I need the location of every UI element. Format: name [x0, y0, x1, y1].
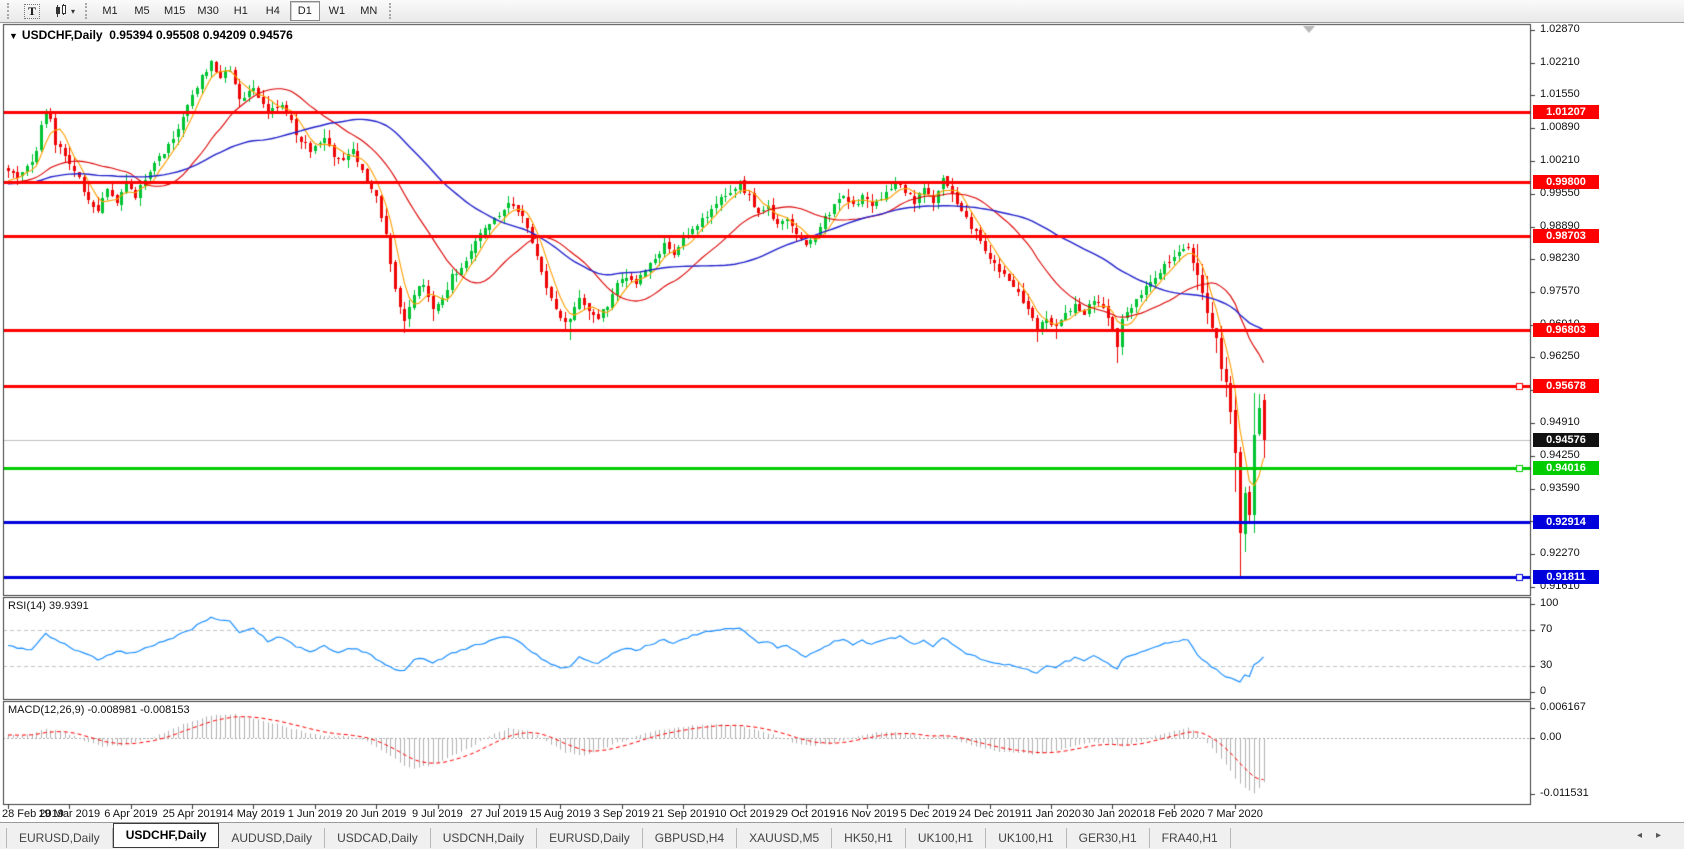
price-axis-tick-label: 1.01550	[1540, 88, 1580, 100]
price-level-label[interactable]: 0.95678	[1533, 379, 1599, 393]
chart-tab-audusd-daily[interactable]: AUDUSD,Daily	[219, 828, 325, 848]
price-axis-tick-label: 0.93590	[1540, 482, 1580, 494]
rsi-axis-tick-label: 0	[1540, 685, 1546, 697]
macd-values: -0.008981 -0.008153	[87, 704, 189, 716]
chart-tab-gbpusd-h4[interactable]: GBPUSD,H4	[643, 828, 737, 848]
macd-axis-tick-label: 0.00	[1540, 731, 1561, 743]
chart-collapse-icon[interactable]: ▼	[9, 31, 18, 41]
toolbar-grip	[85, 3, 90, 19]
date-axis-label: 16 Nov 2019	[836, 808, 898, 820]
date-axis-label: 7 Mar 2020	[1207, 808, 1263, 820]
date-axis-label: 1 Jun 2019	[288, 808, 342, 820]
timeframe-button-m30[interactable]: M30	[192, 1, 223, 21]
timeframe-button-w1[interactable]: W1	[322, 1, 352, 21]
date-axis-label: 21 Sep 2019	[652, 808, 714, 820]
toolbar-grip	[7, 3, 12, 19]
mt4-window: T ▾ M1M5M15M30H1H4D1W1MN ▼ USDCHF,Daily 0…	[0, 0, 1684, 849]
price-axis-tick-label: 0.97570	[1540, 285, 1580, 297]
macd-title: MACD(12,26,9)	[8, 704, 84, 716]
timeframe-button-h1[interactable]: H1	[226, 1, 256, 21]
rsi-axis-tick-label: 100	[1540, 597, 1558, 609]
date-axis-label: 19 Mar 2019	[38, 808, 100, 820]
date-axis-label: 20 Jun 2019	[346, 808, 407, 820]
price-axis-tick-label: 1.00210	[1540, 154, 1580, 166]
chart-tab-uk100-h1[interactable]: UK100,H1	[906, 828, 986, 848]
price-level-label[interactable]: 1.01207	[1533, 105, 1599, 119]
price-axis-tick-label: 1.02210	[1540, 56, 1580, 68]
macd-axis-tick-label: 0.006167	[1540, 701, 1586, 713]
chart-ohlc-values: 0.95394 0.95508 0.94209 0.94576	[109, 28, 293, 42]
chart-symbol-period: USDCHF,Daily	[22, 28, 103, 42]
candlestick-chart-icon	[54, 4, 68, 18]
timeframe-button-h4[interactable]: H4	[258, 1, 288, 21]
date-axis-label: 6 Apr 2019	[104, 808, 157, 820]
date-axis-label: 18 Feb 2020	[1143, 808, 1205, 820]
toolbar: T ▾ M1M5M15M30H1H4D1W1MN	[0, 0, 1684, 23]
chart-tab-ger30-h1[interactable]: GER30,H1	[1067, 828, 1150, 848]
price-axis-tick-label: 0.92270	[1540, 547, 1580, 559]
current-price-label: 0.94576	[1533, 433, 1599, 447]
price-level-label[interactable]: 0.98703	[1533, 229, 1599, 243]
rsi-pane-splitter[interactable]	[0, 594, 1531, 598]
text-tool-icon: T	[24, 4, 40, 19]
date-axis-label: 11 Jan 2020	[1021, 808, 1081, 820]
chart-tab-usdcad-daily[interactable]: USDCAD,Daily	[325, 828, 431, 848]
price-axis-tick-label: 0.96250	[1540, 350, 1580, 362]
price-level-label[interactable]: 0.96803	[1533, 323, 1599, 337]
timeframe-button-m5[interactable]: M5	[127, 1, 157, 21]
date-axis-label: 29 Oct 2019	[776, 808, 836, 820]
date-axis-label: 10 Oct 2019	[714, 808, 774, 820]
price-level-label[interactable]: 0.92914	[1533, 515, 1599, 529]
toolbar-grip	[389, 3, 394, 19]
chart-tab-bar: EURUSD,DailyUSDCHF,DailyAUDUSD,DailyUSDC…	[0, 822, 1684, 849]
chevron-down-icon: ▾	[71, 7, 75, 16]
chart-tab-eurusd-daily[interactable]: EURUSD,Daily	[6, 828, 113, 848]
timeframe-button-m1[interactable]: M1	[95, 1, 125, 21]
price-level-label[interactable]: 0.94016	[1533, 461, 1599, 475]
chart-type-button[interactable]: ▾	[49, 1, 80, 21]
chart-tab-fra40-h1[interactable]: FRA40,H1	[1150, 828, 1231, 848]
price-axis-tick-label: 1.02870	[1540, 23, 1580, 35]
price-axis-tick-label: 0.94910	[1540, 416, 1580, 428]
date-axis-label: 3 Sep 2019	[594, 808, 650, 820]
chart-tab-xauusd-m5[interactable]: XAUUSD,M5	[737, 828, 832, 848]
timeframe-button-d1[interactable]: D1	[290, 1, 320, 21]
date-axis-label: 25 Apr 2019	[163, 808, 222, 820]
text-label-tool-button[interactable]: T	[17, 1, 47, 21]
rsi-title: RSI(14)	[8, 600, 46, 612]
date-axis-label: 27 Jul 2019	[470, 808, 527, 820]
macd-pane-splitter[interactable]	[0, 699, 1531, 703]
price-axis-tick-label: 1.00890	[1540, 121, 1580, 133]
timeframe-button-mn[interactable]: MN	[354, 1, 384, 21]
scroll-tabs-left-button[interactable]: ◂	[1637, 830, 1642, 841]
timeframe-button-group: M1M5M15M30H1H4D1W1MN	[95, 1, 384, 21]
date-axis-label: 9 Jul 2019	[412, 808, 463, 820]
scroll-tabs-right-button[interactable]: ▸	[1656, 830, 1661, 841]
price-axis-tick-label: 0.99550	[1540, 187, 1580, 199]
price-level-label[interactable]: 0.99800	[1533, 175, 1599, 189]
date-axis-label: 30 Jan 2020	[1082, 808, 1143, 820]
date-axis-label: 15 Aug 2019	[529, 808, 591, 820]
rsi-axis-tick-label: 30	[1540, 659, 1552, 671]
rsi-value: 39.9391	[49, 600, 89, 612]
rsi-indicator-label: RSI(14) 39.9391	[8, 600, 89, 612]
price-axis-tick-label: 0.98230	[1540, 252, 1580, 264]
chart-tab-uk100-h1[interactable]: UK100,H1	[986, 828, 1066, 848]
price-axis-tick-label: 0.94250	[1540, 449, 1580, 461]
date-axis-label: 24 Dec 2019	[959, 808, 1021, 820]
date-axis-label: 5 Dec 2019	[900, 808, 956, 820]
chart-tab-usdchf-daily[interactable]: USDCHF,Daily	[113, 823, 220, 848]
chart-tab-usdcnh-daily[interactable]: USDCNH,Daily	[431, 828, 537, 848]
chart-tab-hk50-h1[interactable]: HK50,H1	[832, 828, 906, 848]
price-chart-canvas[interactable]	[0, 0, 1684, 849]
chart-title: ▼ USDCHF,Daily 0.95394 0.95508 0.94209 0.…	[9, 28, 293, 42]
date-axis-label: 14 May 2019	[221, 808, 285, 820]
macd-indicator-label: MACD(12,26,9) -0.008981 -0.008153	[8, 704, 190, 716]
chart-tab-eurusd-daily[interactable]: EURUSD,Daily	[537, 828, 643, 848]
timeframe-button-m15[interactable]: M15	[159, 1, 190, 21]
macd-axis-tick-label: -0.011531	[1540, 787, 1589, 799]
price-level-label[interactable]: 0.91811	[1533, 570, 1599, 584]
rsi-axis-tick-label: 70	[1540, 623, 1552, 635]
